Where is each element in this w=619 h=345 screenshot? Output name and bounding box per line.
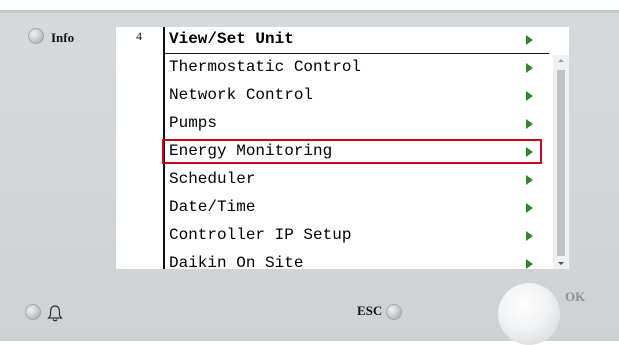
- menu-title: View/Set Unit: [169, 27, 541, 54]
- panel-top-edge: [0, 0, 619, 10]
- arrow-right-icon: [526, 63, 533, 73]
- menu-item-label: Scheduler: [169, 170, 256, 188]
- menu-item-label: Pumps: [169, 114, 218, 132]
- alarm-led-button[interactable]: [25, 304, 41, 320]
- menu-item-daikin-on-site[interactable]: Daikin On Site: [169, 251, 541, 269]
- menu-item-controller-ip-setup[interactable]: Controller IP Setup: [169, 223, 541, 250]
- arrow-right-icon: [526, 119, 533, 129]
- menu-item-label: Controller IP Setup: [169, 226, 352, 244]
- menu-item-label: Date/Time: [169, 198, 256, 216]
- menu-title-text: View/Set Unit: [169, 30, 294, 48]
- ok-knob[interactable]: [498, 283, 560, 345]
- info-label: Info: [51, 30, 75, 45]
- menu-item-label: Thermostatic Control: [169, 58, 362, 76]
- panel-top-border: [0, 10, 619, 13]
- menu-item-network-control[interactable]: Network Control: [169, 83, 541, 110]
- menu-item-pumps[interactable]: Pumps: [169, 111, 541, 138]
- esc-label: ESC: [357, 303, 383, 318]
- arrow-right-icon: [526, 231, 533, 241]
- menu-item-scheduler[interactable]: Scheduler: [169, 167, 541, 194]
- arrow-right-icon: [526, 91, 533, 101]
- arrow-right-icon: [526, 259, 533, 269]
- menu-item-thermostatic-control[interactable]: Thermostatic Control: [169, 55, 541, 82]
- menu-item-date-time[interactable]: Date/Time: [169, 195, 541, 222]
- title-arrow-icon: [526, 35, 533, 45]
- arrow-right-icon: [526, 175, 533, 185]
- scrollbar-thumb[interactable]: [557, 70, 565, 256]
- selection-highlight: [162, 139, 542, 164]
- ok-label: OK: [565, 289, 586, 304]
- menu-item-label: Network Control: [169, 86, 314, 104]
- bell-icon: [47, 305, 63, 322]
- scroll-up-arrow-icon[interactable]: [558, 59, 564, 62]
- menu-number: 4: [136, 29, 142, 43]
- scroll-down-arrow-icon[interactable]: [558, 262, 564, 265]
- menu-number-column: 4: [116, 27, 165, 269]
- arrow-right-icon: [526, 203, 533, 213]
- menu-item-label: Daikin On Site: [169, 254, 304, 269]
- info-led-button[interactable]: [28, 28, 44, 44]
- esc-button[interactable]: [386, 304, 402, 320]
